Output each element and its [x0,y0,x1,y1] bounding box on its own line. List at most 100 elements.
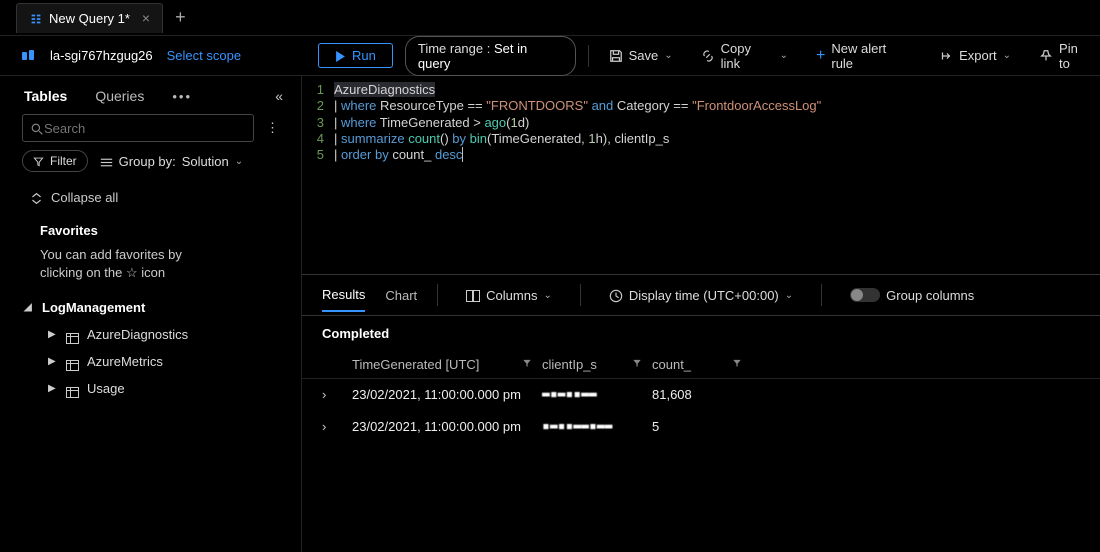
columns-label: Columns [486,288,537,303]
copy-link-label: Copy link [721,41,774,71]
clock-icon [609,287,623,303]
chevron-down-icon: ⌄ [664,50,672,61]
group-columns-label: Group columns [886,288,974,303]
tree-item-azuremetrics[interactable]: ▶ AzureMetrics [0,348,301,375]
cell-clientip: ▬▪▬▪▪▬▬ [542,387,652,402]
grid-header-row: TimeGenerated [UTC] clientIp_s count_ [302,351,1100,379]
col-header-time[interactable]: TimeGenerated [UTC] [352,357,542,372]
add-tab-button[interactable]: + [163,7,198,28]
run-label: Run [352,48,376,63]
col-label: TimeGenerated [UTC] [352,357,479,372]
header-row: la-sgi767hzgug26 Select scope Run Time r… [0,36,1100,76]
run-button[interactable]: Run [318,43,393,68]
favorites-header: Favorites [0,213,301,242]
code-editor[interactable]: 1AzureDiagnostics2| where ResourceType =… [302,76,1100,274]
cell-count: 81,608 [652,387,752,402]
collapse-all-link[interactable]: Collapse all [0,182,301,213]
tree-group-label: LogManagement [42,300,145,315]
col-label: count_ [652,357,691,372]
link-icon [701,48,715,64]
toolbar: Run Time range : Set in query Save ⌄ Cop… [302,36,1100,76]
save-label: Save [629,48,659,63]
new-alert-button[interactable]: + New alert rule [808,37,919,75]
filter-row: Filter Group by: Solution ⌄ [0,150,301,182]
group-columns-toggle[interactable]: Group columns [842,284,982,307]
pin-icon [1039,48,1053,64]
search-icon [31,120,44,135]
sidebar: Tables Queries ••• « ⋮ Filter Group by: … [0,76,302,552]
chevron-down-icon: ⌄ [543,290,551,301]
col-header-count[interactable]: count_ [652,357,752,372]
filter-label: Filter [50,154,77,168]
collapse-icon [30,190,43,205]
filter-icon[interactable] [632,357,652,372]
close-tab-icon[interactable]: × [142,10,150,26]
group-by-value: Solution [182,154,229,169]
search-input[interactable] [22,114,254,142]
cell-count: 5 [652,419,752,434]
table-icon [66,383,79,394]
group-icon [100,154,113,169]
chevron-down-icon: ⌄ [785,290,793,301]
search-field[interactable] [44,121,245,136]
cell-clientip: ▪▬▪▪▬▬▪▬▬ [542,419,652,434]
chevron-down-icon: ⌄ [780,50,788,61]
tree-item-label: Usage [87,381,125,396]
export-button[interactable]: Export ⌄ [931,44,1019,68]
group-by-label: Group by: [119,154,176,169]
plus-icon: + [816,51,825,61]
query-tab[interactable]: New Query 1* × [16,3,163,33]
sidebar-tabs: Tables Queries ••• « [0,84,301,114]
caret-right-icon: ▶ [48,329,58,340]
workspace-icon [20,48,36,64]
expand-icon[interactable]: › [322,387,352,402]
tab-queries[interactable]: Queries [95,88,144,104]
results-toolbar: Results Chart Columns ⌄ Display time (UT… [302,274,1100,316]
workspace-name: la-sgi767hzgug26 [50,48,153,63]
collapse-sidebar-icon[interactable]: « [275,88,283,104]
sidebar-more-icon[interactable]: ⋮ [262,116,283,140]
save-icon [609,48,623,64]
expand-icon[interactable]: › [322,419,352,434]
col-label: clientIp_s [542,357,597,372]
tree-item-azurediagnostics[interactable]: ▶ AzureDiagnostics [0,321,301,348]
filter-icon [33,154,44,168]
status-text: Completed [302,316,1100,351]
columns-button[interactable]: Columns ⌄ [458,284,560,307]
sidebar-search-row: ⋮ [0,114,301,150]
filter-icon[interactable] [522,357,542,372]
select-scope-link[interactable]: Select scope [167,48,241,63]
chevron-down-icon: ⌄ [235,156,243,167]
pin-label: Pin to [1059,41,1092,71]
columns-icon [466,288,480,303]
copy-link-button[interactable]: Copy link ⌄ [693,37,796,75]
export-label: Export [959,48,997,63]
col-header-clientip[interactable]: clientIp_s [542,357,652,372]
table-row[interactable]: › 23/02/2021, 11:00:00.000 pm ▪▬▪▪▬▬▪▬▬ … [302,411,1100,443]
save-button[interactable]: Save ⌄ [601,44,681,68]
more-menu[interactable]: ••• [172,89,192,104]
chart-tab[interactable]: Chart [385,280,417,311]
filter-icon[interactable] [732,357,752,372]
query-icon [29,10,43,26]
time-range-label: Time range : [418,41,491,56]
tree-group-logmanagement[interactable]: ◢ LogManagement [0,294,301,321]
caret-down-icon: ◢ [24,302,34,313]
tab-tables[interactable]: Tables [24,88,67,104]
filter-button[interactable]: Filter [22,150,88,172]
table-row[interactable]: › 23/02/2021, 11:00:00.000 pm ▬▪▬▪▪▬▬ 81… [302,379,1100,411]
toggle-icon [850,288,880,302]
tab-title: New Query 1* [49,11,130,26]
pin-button[interactable]: Pin to [1031,37,1100,75]
table-icon [66,356,79,367]
display-time-button[interactable]: Display time (UTC+00:00) ⌄ [601,283,801,307]
tree-item-usage[interactable]: ▶ Usage [0,375,301,402]
caret-right-icon: ▶ [48,383,58,394]
group-by-dropdown[interactable]: Group by: Solution ⌄ [100,154,243,169]
chevron-down-icon: ⌄ [1003,50,1011,61]
time-range-pill[interactable]: Time range : Set in query [405,36,576,76]
table-icon [66,329,79,340]
new-alert-label: New alert rule [831,41,911,71]
content: 1AzureDiagnostics2| where ResourceType =… [302,76,1100,552]
results-tab[interactable]: Results [322,279,365,312]
